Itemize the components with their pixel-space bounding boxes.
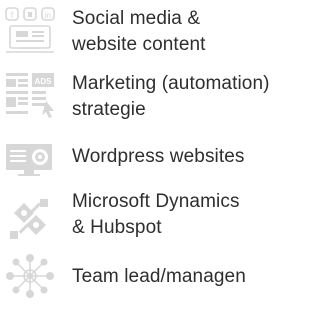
crm-tools-icon [4,193,56,245]
service-item-wordpress: Wordpress websites [0,134,331,194]
svg-text:ADS: ADS [35,77,53,86]
service-item-team: Team lead/managen [0,250,331,310]
service-item-crm: Microsoft Dynamics & Hubspot [0,187,331,247]
service-label-team: Team lead/managen [72,264,331,290]
service-label-social-media: Social media & website content [72,6,331,58]
svg-text:f: f [11,10,14,20]
service-item-marketing: ADS Marketing (automation) strategie [0,69,331,129]
service-item-social-media: f in Social media & website content [0,4,331,64]
service-label-line: Social media & [72,8,201,29]
service-label-marketing: Marketing (automation) strategie [72,71,331,123]
team-network-icon [4,250,56,302]
service-label-line: & Hubspot [72,217,162,238]
service-label-line: Microsoft Dynamics [72,191,240,212]
service-label-wordpress: Wordpress websites [72,144,331,170]
service-label-line: Marketing (automation) [72,73,270,94]
service-label-line: strategie [72,99,146,120]
service-label-crm: Microsoft Dynamics & Hubspot [72,189,331,241]
social-media-devices-icon: f in [4,6,56,58]
service-label-line: website content [72,34,206,55]
service-label-line: Team lead/managen [72,266,246,287]
svg-text:in: in [45,11,51,20]
marketing-automation-ads-icon: ADS [4,71,56,123]
wordpress-monitor-gear-icon [4,132,56,184]
service-list: f in Social media & website content ADS … [0,0,331,307]
service-label-line: Wordpress websites [72,146,245,167]
